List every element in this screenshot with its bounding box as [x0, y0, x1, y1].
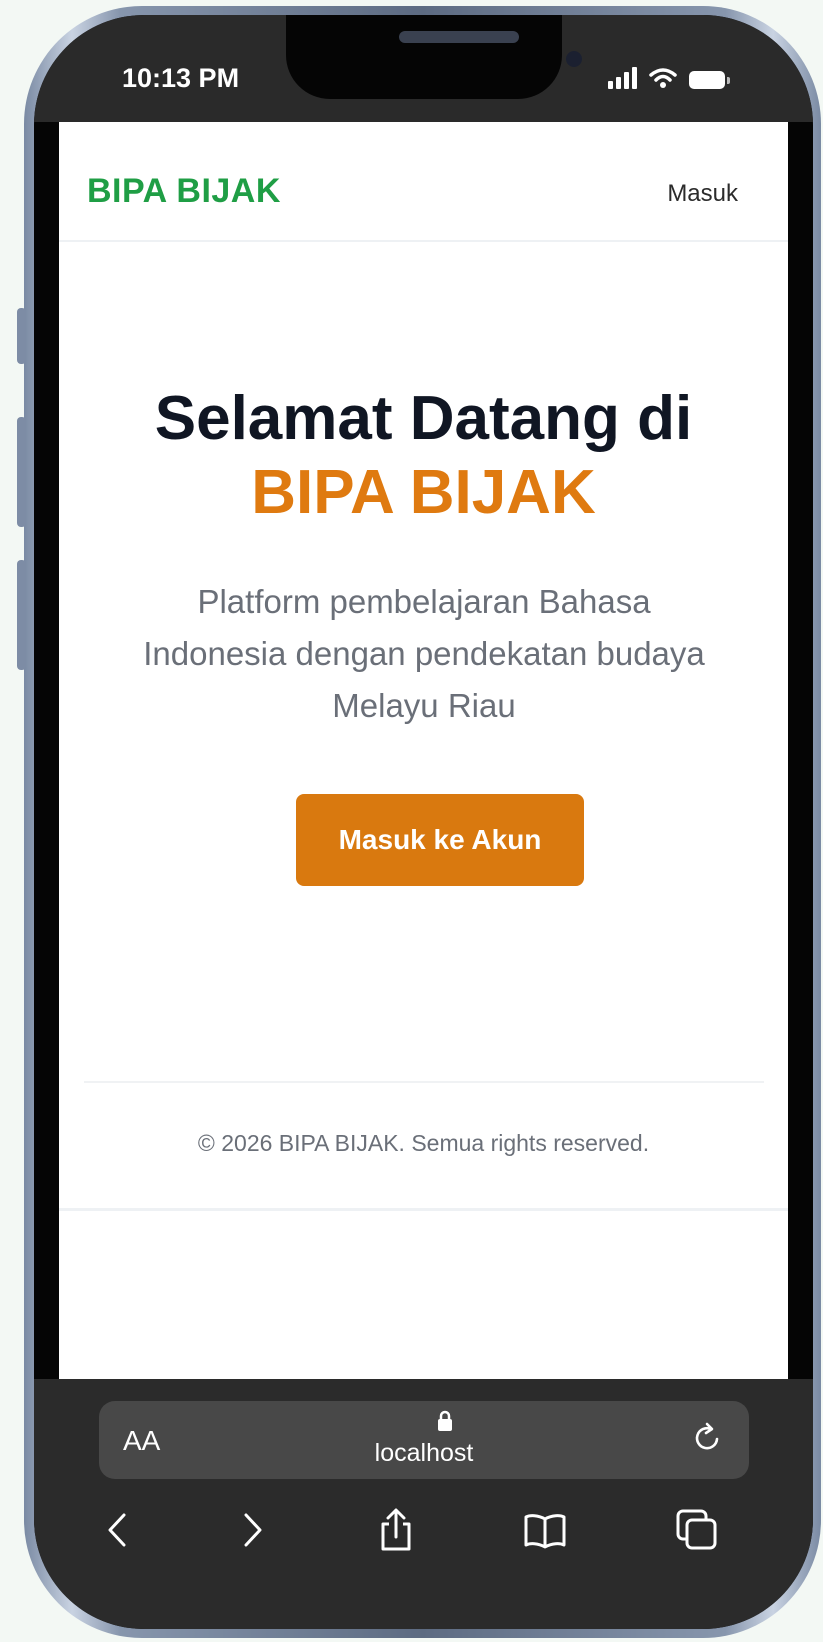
status-icons [608, 67, 730, 89]
browser-bar: AA localhost [34, 1379, 813, 1629]
hero-title-brand: BIPA BIJAK [251, 458, 596, 527]
notch [286, 15, 582, 99]
hero-title: Selamat Datang di BIPA BIJAK [59, 382, 788, 530]
brand-logo[interactable]: BIPA BIJAK [87, 172, 281, 211]
earpiece-speaker [399, 31, 519, 43]
hero-title-line: Selamat Datang di [154, 384, 693, 453]
login-link[interactable]: Masuk [667, 180, 738, 208]
wifi-icon [649, 68, 677, 88]
battery-icon [689, 71, 730, 89]
reload-icon[interactable] [689, 1417, 725, 1457]
share-icon[interactable] [373, 1507, 419, 1553]
back-icon[interactable] [96, 1507, 142, 1553]
web-page: BIPA BIJAK Masuk Selamat Datang di BIPA … [59, 122, 788, 1379]
footer-copyright: © 2026 BIPA BIJAK. Semua rights reserved… [197, 1130, 650, 1156]
signal-icon [608, 67, 637, 89]
url-text[interactable]: localhost [99, 1439, 749, 1468]
status-bar: 10:13 PM [34, 15, 813, 122]
bookmarks-icon[interactable] [522, 1507, 568, 1553]
status-time: 10:13 PM [122, 63, 240, 93]
hero-description: Platform pembelajaran Bahasa Indonesia d… [143, 583, 705, 724]
site-header: BIPA BIJAK Masuk [59, 122, 788, 242]
volume-up-button [17, 417, 26, 527]
mute-switch [17, 308, 26, 364]
address-bar[interactable]: AA localhost [99, 1401, 749, 1479]
front-camera [566, 51, 582, 67]
footer-divider [84, 1081, 764, 1083]
phone-bezel: 10:13 PM BIPA BIJAK Masuk Selamat Datang… [34, 15, 813, 1629]
tabs-icon[interactable] [674, 1507, 720, 1553]
lock-icon [438, 1410, 452, 1431]
forward-icon[interactable] [230, 1507, 276, 1553]
footer-border [59, 1208, 788, 1211]
login-account-button[interactable]: Masuk ke Akun [296, 794, 584, 886]
volume-down-button [17, 560, 26, 670]
